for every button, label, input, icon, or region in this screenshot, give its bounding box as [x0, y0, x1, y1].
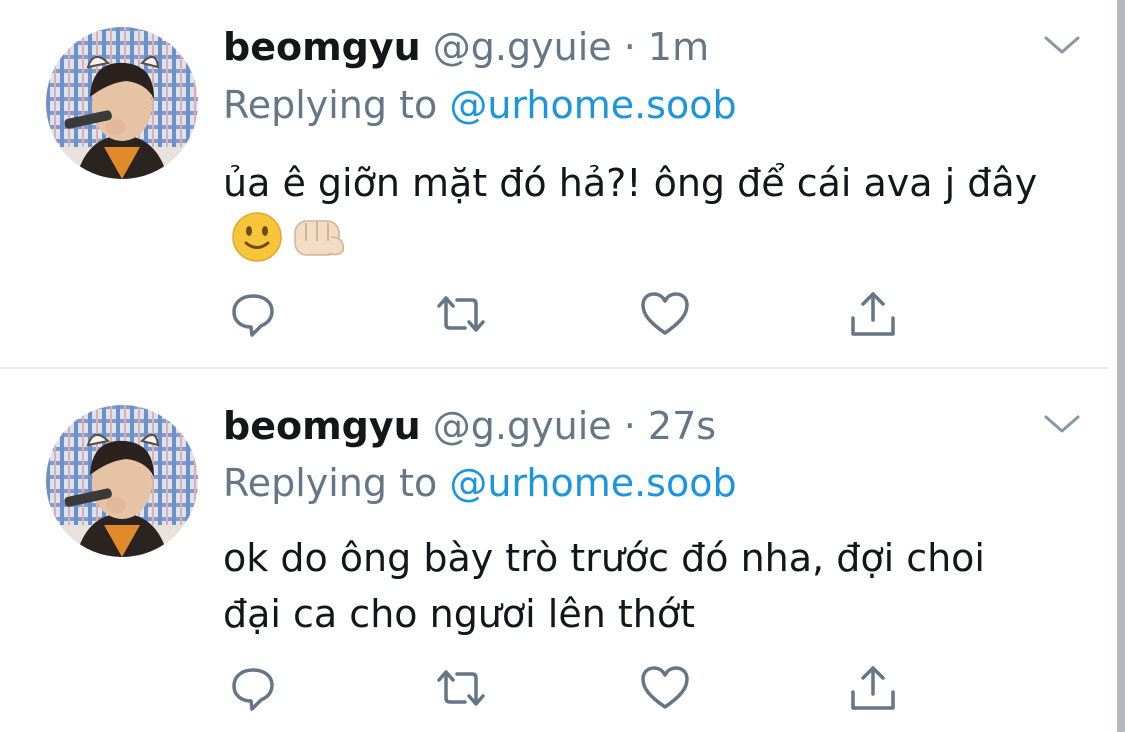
heart-icon: [641, 666, 689, 709]
chevron-down-icon[interactable]: [1042, 32, 1082, 58]
mention-link[interactable]: @urhome.soob: [449, 461, 736, 505]
tweet-actions: [223, 658, 923, 718]
avatar-photo: [46, 405, 198, 557]
mention-link[interactable]: @urhome.soob: [449, 83, 736, 127]
username[interactable]: @g.gyuie: [433, 404, 612, 448]
share-icon: [851, 666, 895, 710]
avatar-photo: [46, 27, 198, 179]
avatar[interactable]: [46, 27, 198, 179]
timestamp[interactable]: 1m: [648, 25, 709, 69]
replying-to: Replying to @urhome.soob: [223, 80, 737, 130]
tweet-text: ủa ê giỡn mặt đó hả?! ông để cái ava j đ…: [223, 155, 1053, 278]
fist-bump-icon: [291, 211, 347, 278]
share-button[interactable]: [843, 284, 903, 344]
reply-button[interactable]: [223, 658, 283, 718]
replying-to-label: Replying to: [223, 461, 438, 505]
like-button[interactable]: [635, 284, 695, 344]
retweet-icon: [437, 670, 485, 706]
tweet-thread: beomgyu @g.gyuie · 1m Replying to @urhom…: [0, 0, 1125, 732]
tweet-header: beomgyu @g.gyuie · 27s: [223, 401, 716, 451]
reply-icon: [232, 668, 274, 711]
display-name[interactable]: beomgyu: [223, 25, 421, 69]
chevron-down-icon[interactable]: [1042, 411, 1082, 437]
tweet[interactable]: beomgyu @g.gyuie · 1m Replying to @urhom…: [0, 0, 1110, 368]
tweet-header: beomgyu @g.gyuie · 1m: [223, 22, 709, 72]
tweet-text: ok do ông bày trò trước đó nha, đợi choi…: [223, 530, 1053, 642]
retweet-button[interactable]: [431, 284, 491, 344]
retweet-icon: [437, 296, 485, 332]
username[interactable]: @g.gyuie: [433, 25, 612, 69]
timestamp[interactable]: 27s: [648, 404, 716, 448]
tweet[interactable]: beomgyu @g.gyuie · 27s Replying to @urho…: [0, 368, 1110, 732]
replying-to-label: Replying to: [223, 83, 438, 127]
share-button[interactable]: [843, 658, 903, 718]
replying-to: Replying to @urhome.soob: [223, 458, 737, 508]
reply-icon: [232, 294, 274, 337]
like-button[interactable]: [635, 658, 695, 718]
scrollbar-edge: [1117, 0, 1125, 732]
separator-dot: ·: [623, 404, 636, 448]
tweet-text-content: ok do ông bày trò trước đó nha, đợi choi…: [223, 536, 985, 636]
tweet-actions: [223, 284, 923, 344]
avatar[interactable]: [46, 405, 198, 557]
tweet-text-content: ủa ê giỡn mặt đó hả?! ông để cái ava j đ…: [223, 161, 1038, 205]
separator-dot: ·: [623, 25, 636, 69]
display-name[interactable]: beomgyu: [223, 404, 421, 448]
heart-icon: [641, 292, 689, 335]
reply-button[interactable]: [223, 284, 283, 344]
slightly-smiling-face-icon: [231, 211, 283, 278]
retweet-button[interactable]: [431, 658, 491, 718]
share-icon: [851, 292, 895, 336]
